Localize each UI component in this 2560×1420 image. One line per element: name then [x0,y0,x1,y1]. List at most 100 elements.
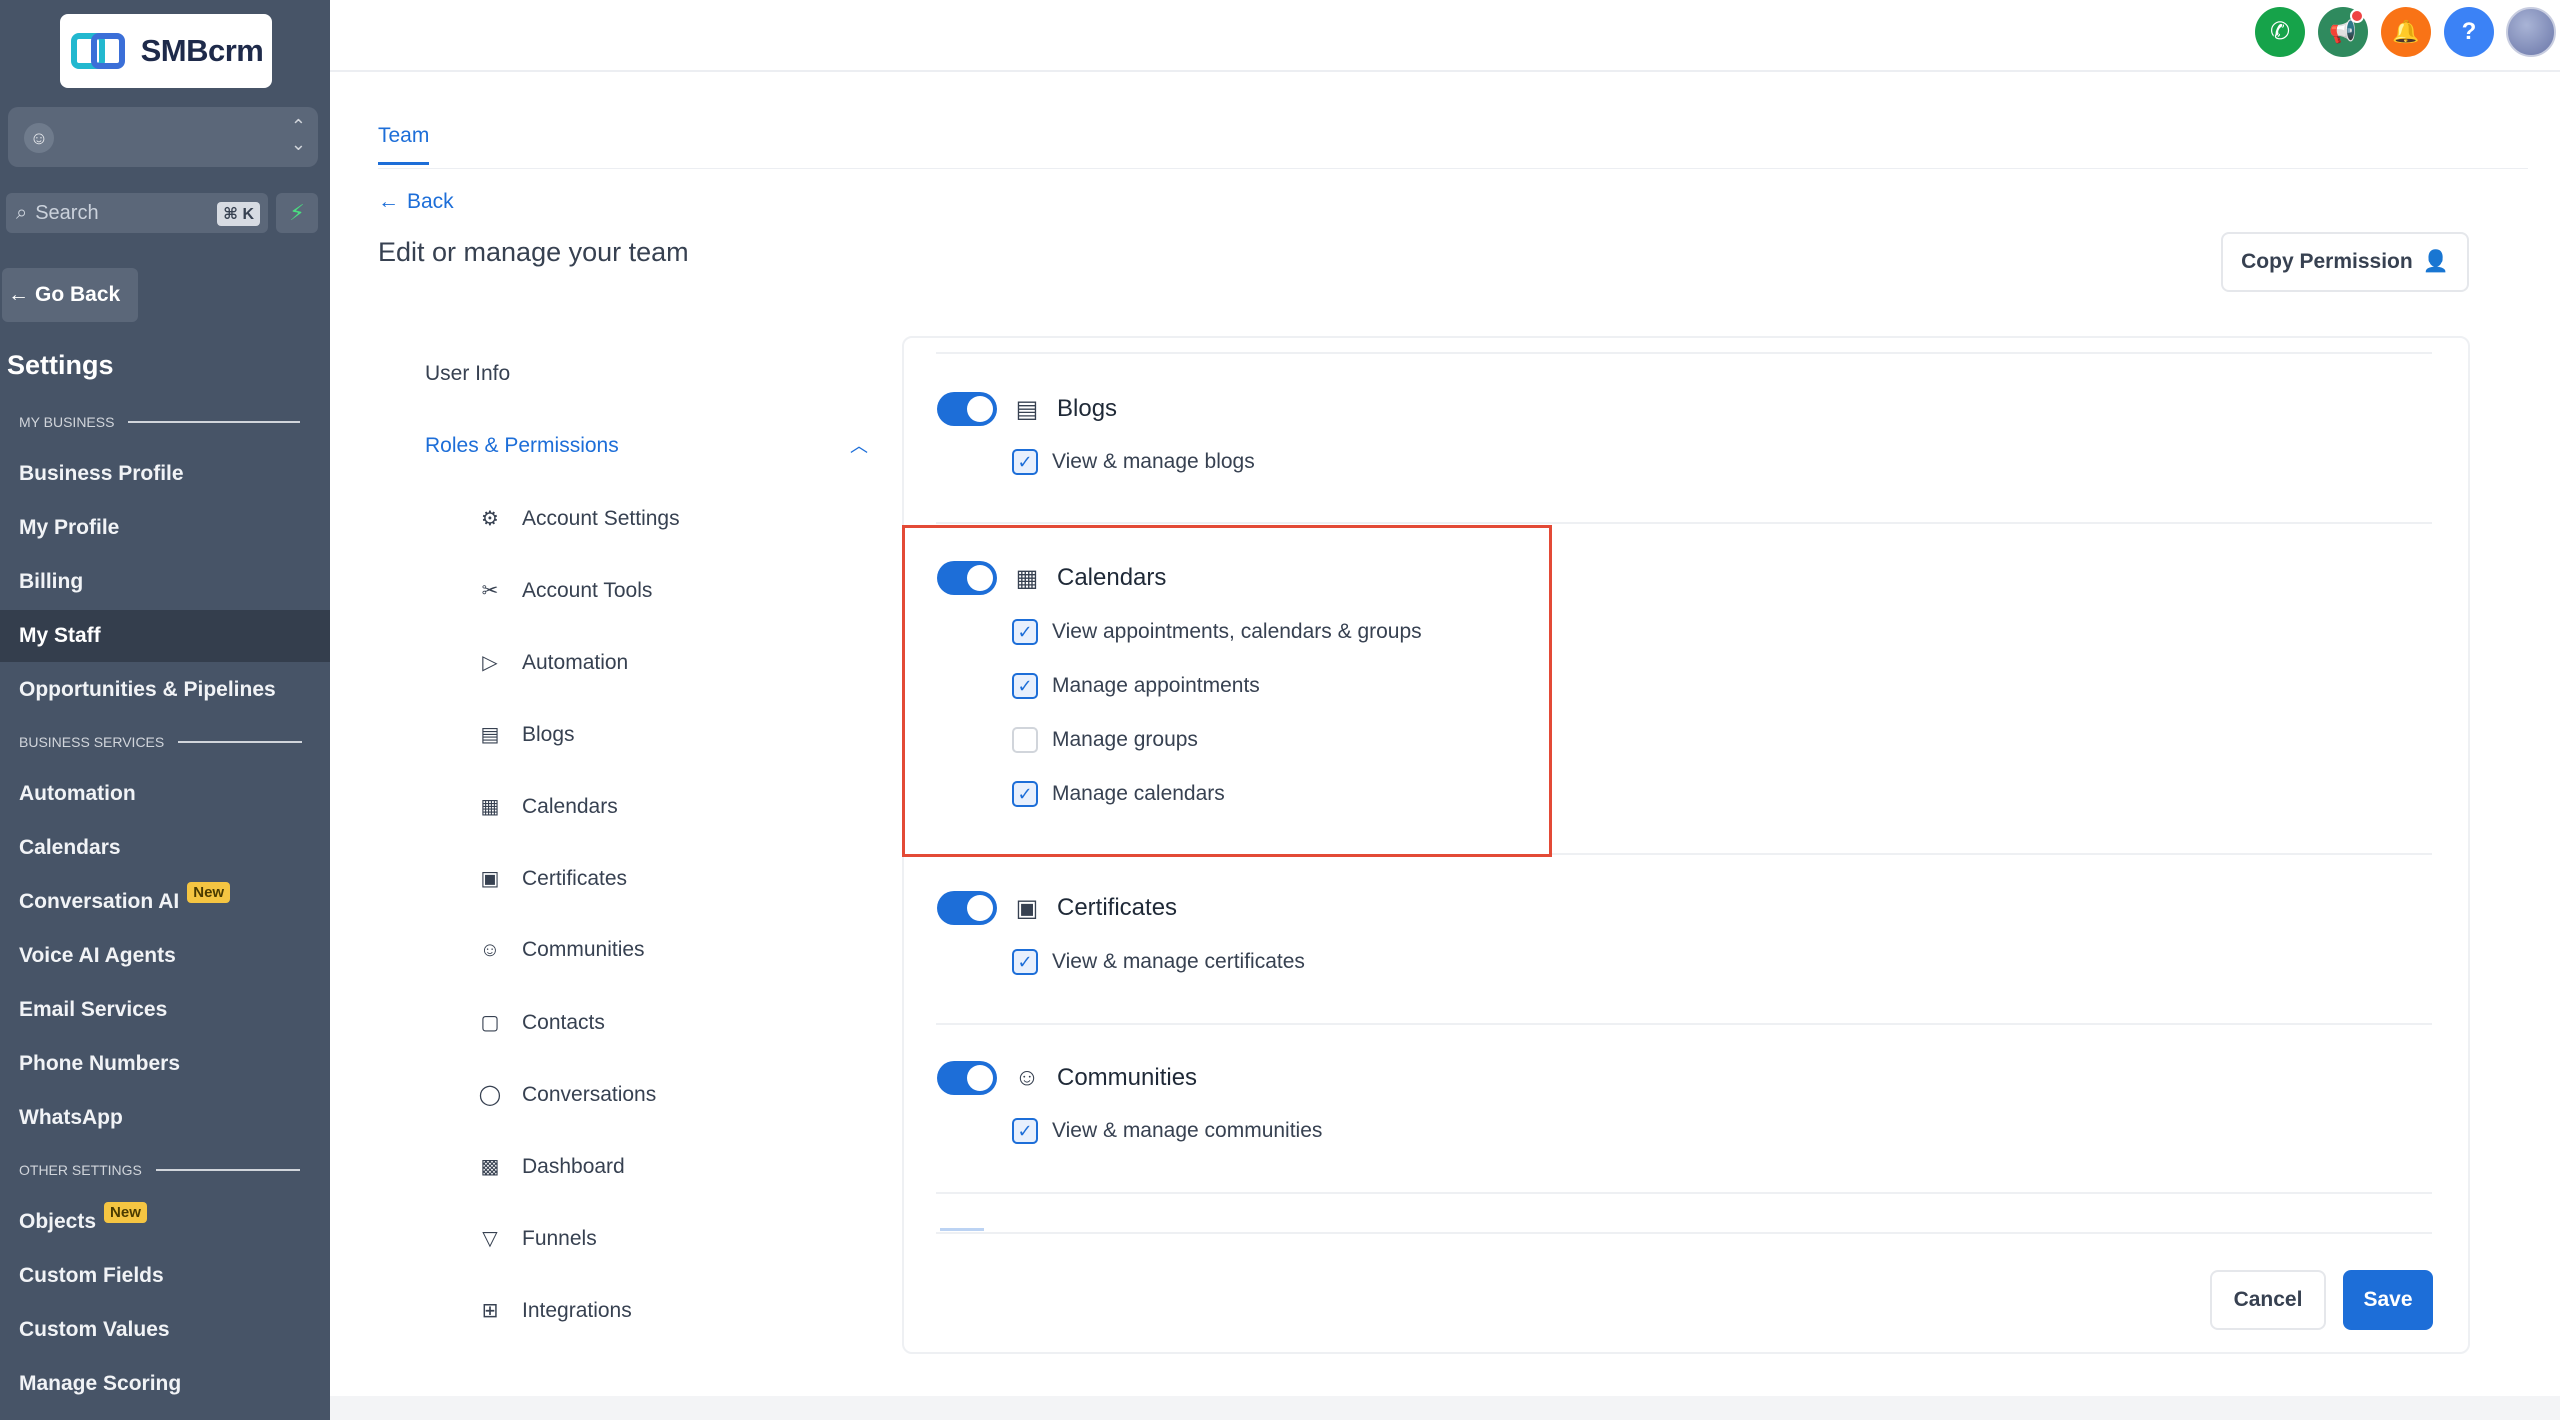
brand-logo[interactable]: SMBcrm [60,14,272,88]
cancel-button[interactable]: Cancel [2210,1270,2326,1330]
subnav-user-info[interactable]: User Info [425,362,510,386]
quick-action-bolt-icon[interactable]: ⚡ [276,193,318,233]
copy-permission-label: Copy Permission [2241,250,2413,273]
back-link[interactable]: ← Back [378,190,454,214]
checkbox-checked[interactable]: ✓ [1012,673,1038,699]
checkbox-checked[interactable]: ✓ [1012,949,1038,975]
help-icon[interactable]: ? [2444,7,2494,57]
subnav-automation[interactable]: ▷ Automation [478,650,628,675]
calendars-toggle[interactable] [937,561,997,595]
subnav-communities[interactable]: ☺ Communities [478,938,645,962]
calendar-icon: ▦ [1015,564,1039,592]
checkbox-checked[interactable]: ✓ [1012,1118,1038,1144]
copy-permission-button[interactable]: Copy Permission 👤 [2221,232,2469,292]
page-title: Edit or manage your team [378,237,689,267]
blogs-toggle[interactable] [937,392,997,426]
sidebar-item-conversation-ai[interactable]: Conversation AI New [0,876,330,928]
document-icon: ▤ [480,724,500,746]
divider [936,1232,2432,1234]
settings-icon: ⚙ [481,508,499,530]
search-icon: ⌕ [16,201,28,224]
certificates-toggle[interactable] [937,891,997,925]
sidebar-item-manage-scoring[interactable]: Manage Scoring [0,1358,330,1410]
subnav-account-settings[interactable]: ⚙ Account Settings [478,506,680,531]
perm-option[interactable]: ✓ Manage appointments [1012,673,1260,699]
sidebar-item-billing[interactable]: Billing [0,556,330,608]
perm-option[interactable]: ✓ View & manage blogs [1012,449,1255,475]
perm-option-label: View & manage certificates [1052,950,1305,973]
perm-option-label: Manage appointments [1052,674,1260,697]
checkbox-checked[interactable]: ✓ [1012,781,1038,807]
bell-icon[interactable]: 🔔 [2381,7,2431,57]
search-placeholder: Search [35,201,99,224]
certificate-icon: ▣ [1015,894,1039,922]
search-input[interactable]: ⌕ Search ⌘ K [6,193,268,233]
back-label: Back [407,190,454,213]
sidebar-item-email-services[interactable]: Email Services [0,984,330,1036]
phone-icon[interactable]: ✆ [2255,7,2305,57]
arrow-left-icon: ← [8,283,29,306]
sidebar-item-automation[interactable]: Automation [0,768,330,820]
settings-title: Settings [7,350,114,380]
perm-option[interactable]: ✓ View appointments, calendars & groups [1012,619,1422,645]
sidebar-item-label: Conversation AI [19,890,180,913]
subnav-integrations[interactable]: ⊞ Integrations [478,1298,632,1323]
checkbox-unchecked[interactable]: ✓ [1012,727,1038,753]
megaphone-icon[interactable]: 📢 [2318,7,2368,57]
account-switcher[interactable]: ☺ ⌃ ⌄ [8,107,318,167]
subnav-conversations[interactable]: ◯ Conversations [478,1082,656,1107]
divider [936,1192,2432,1194]
new-badge: New [104,1201,147,1223]
sidebar-item-custom-values[interactable]: Custom Values [0,1304,330,1356]
perm-option[interactable]: ✓ View & manage certificates [1012,949,1305,975]
avatar[interactable] [2506,7,2556,57]
perm-option-label: Manage calendars [1052,782,1225,805]
subnav-blogs[interactable]: ▤ Blogs [478,722,575,747]
divider [1552,853,2432,855]
sidebar-item-voice-ai-agents[interactable]: Voice AI Agents [0,930,330,982]
sidebar-item-my-staff[interactable]: My Staff [0,610,330,662]
perm-option[interactable]: ✓ Manage calendars [1012,781,1225,807]
subnav-label: Roles & Permissions [425,434,619,457]
section-my-business: MY BUSINESS [19,414,301,430]
divider [936,352,2432,354]
calendar-icon: ▦ [480,796,500,818]
tab-team[interactable]: Team [378,124,430,165]
partial-toggle [940,1228,984,1231]
go-back-button[interactable]: ← Go Back [2,268,138,322]
perm-group-certificates: ▣ Certificates [937,891,1177,925]
save-button[interactable]: Save [2343,1270,2433,1330]
sidebar-item-whatsapp[interactable]: WhatsApp [0,1092,330,1144]
search-shortcut: ⌘ K [217,202,260,226]
perm-option[interactable]: ✓ Manage groups [1012,727,1198,753]
new-badge: New [187,881,231,903]
section-business-services: BUSINESS SERVICES [19,734,303,750]
sidebar-item-custom-fields[interactable]: Custom Fields [0,1250,330,1302]
sidebar-item-business-profile[interactable]: Business Profile [0,448,330,500]
perm-group-communities: ☺ Communities [937,1061,1197,1095]
divider [936,1023,2432,1025]
subnav-contacts[interactable]: ▢ Contacts [478,1010,605,1035]
certificate-icon: ▣ [480,868,500,890]
subnav-funnels[interactable]: ▽ Funnels [478,1226,596,1251]
arrow-left-icon: ← [378,190,399,213]
chevron-up-down-icon: ⌃ ⌄ [290,116,306,154]
sidebar-item-opportunities[interactable]: Opportunities & Pipelines [0,664,330,716]
funnel-icon: ▽ [482,1228,498,1250]
communities-toggle[interactable] [937,1061,997,1095]
sidebar-item-objects[interactable]: Objects New [0,1196,330,1248]
sidebar-item-phone-numbers[interactable]: Phone Numbers [0,1038,330,1090]
subnav-roles-permissions[interactable]: Roles & Permissions [425,434,619,458]
chevron-up-icon[interactable]: ︿ [850,432,868,458]
subnav-dashboard[interactable]: ▩ Dashboard [478,1154,625,1179]
subnav-account-tools[interactable]: ✂ Account Tools [478,578,653,603]
subnav-calendars[interactable]: ▦ Calendars [478,794,618,819]
divider [936,522,2432,524]
tools-icon: ✂ [481,580,499,602]
sidebar-item-my-profile[interactable]: My Profile [0,502,330,554]
sidebar-item-calendars[interactable]: Calendars [0,822,330,874]
perm-option[interactable]: ✓ View & manage communities [1012,1118,1322,1144]
checkbox-checked[interactable]: ✓ [1012,449,1038,475]
checkbox-checked[interactable]: ✓ [1012,619,1038,645]
subnav-certificates[interactable]: ▣ Certificates [478,866,627,891]
